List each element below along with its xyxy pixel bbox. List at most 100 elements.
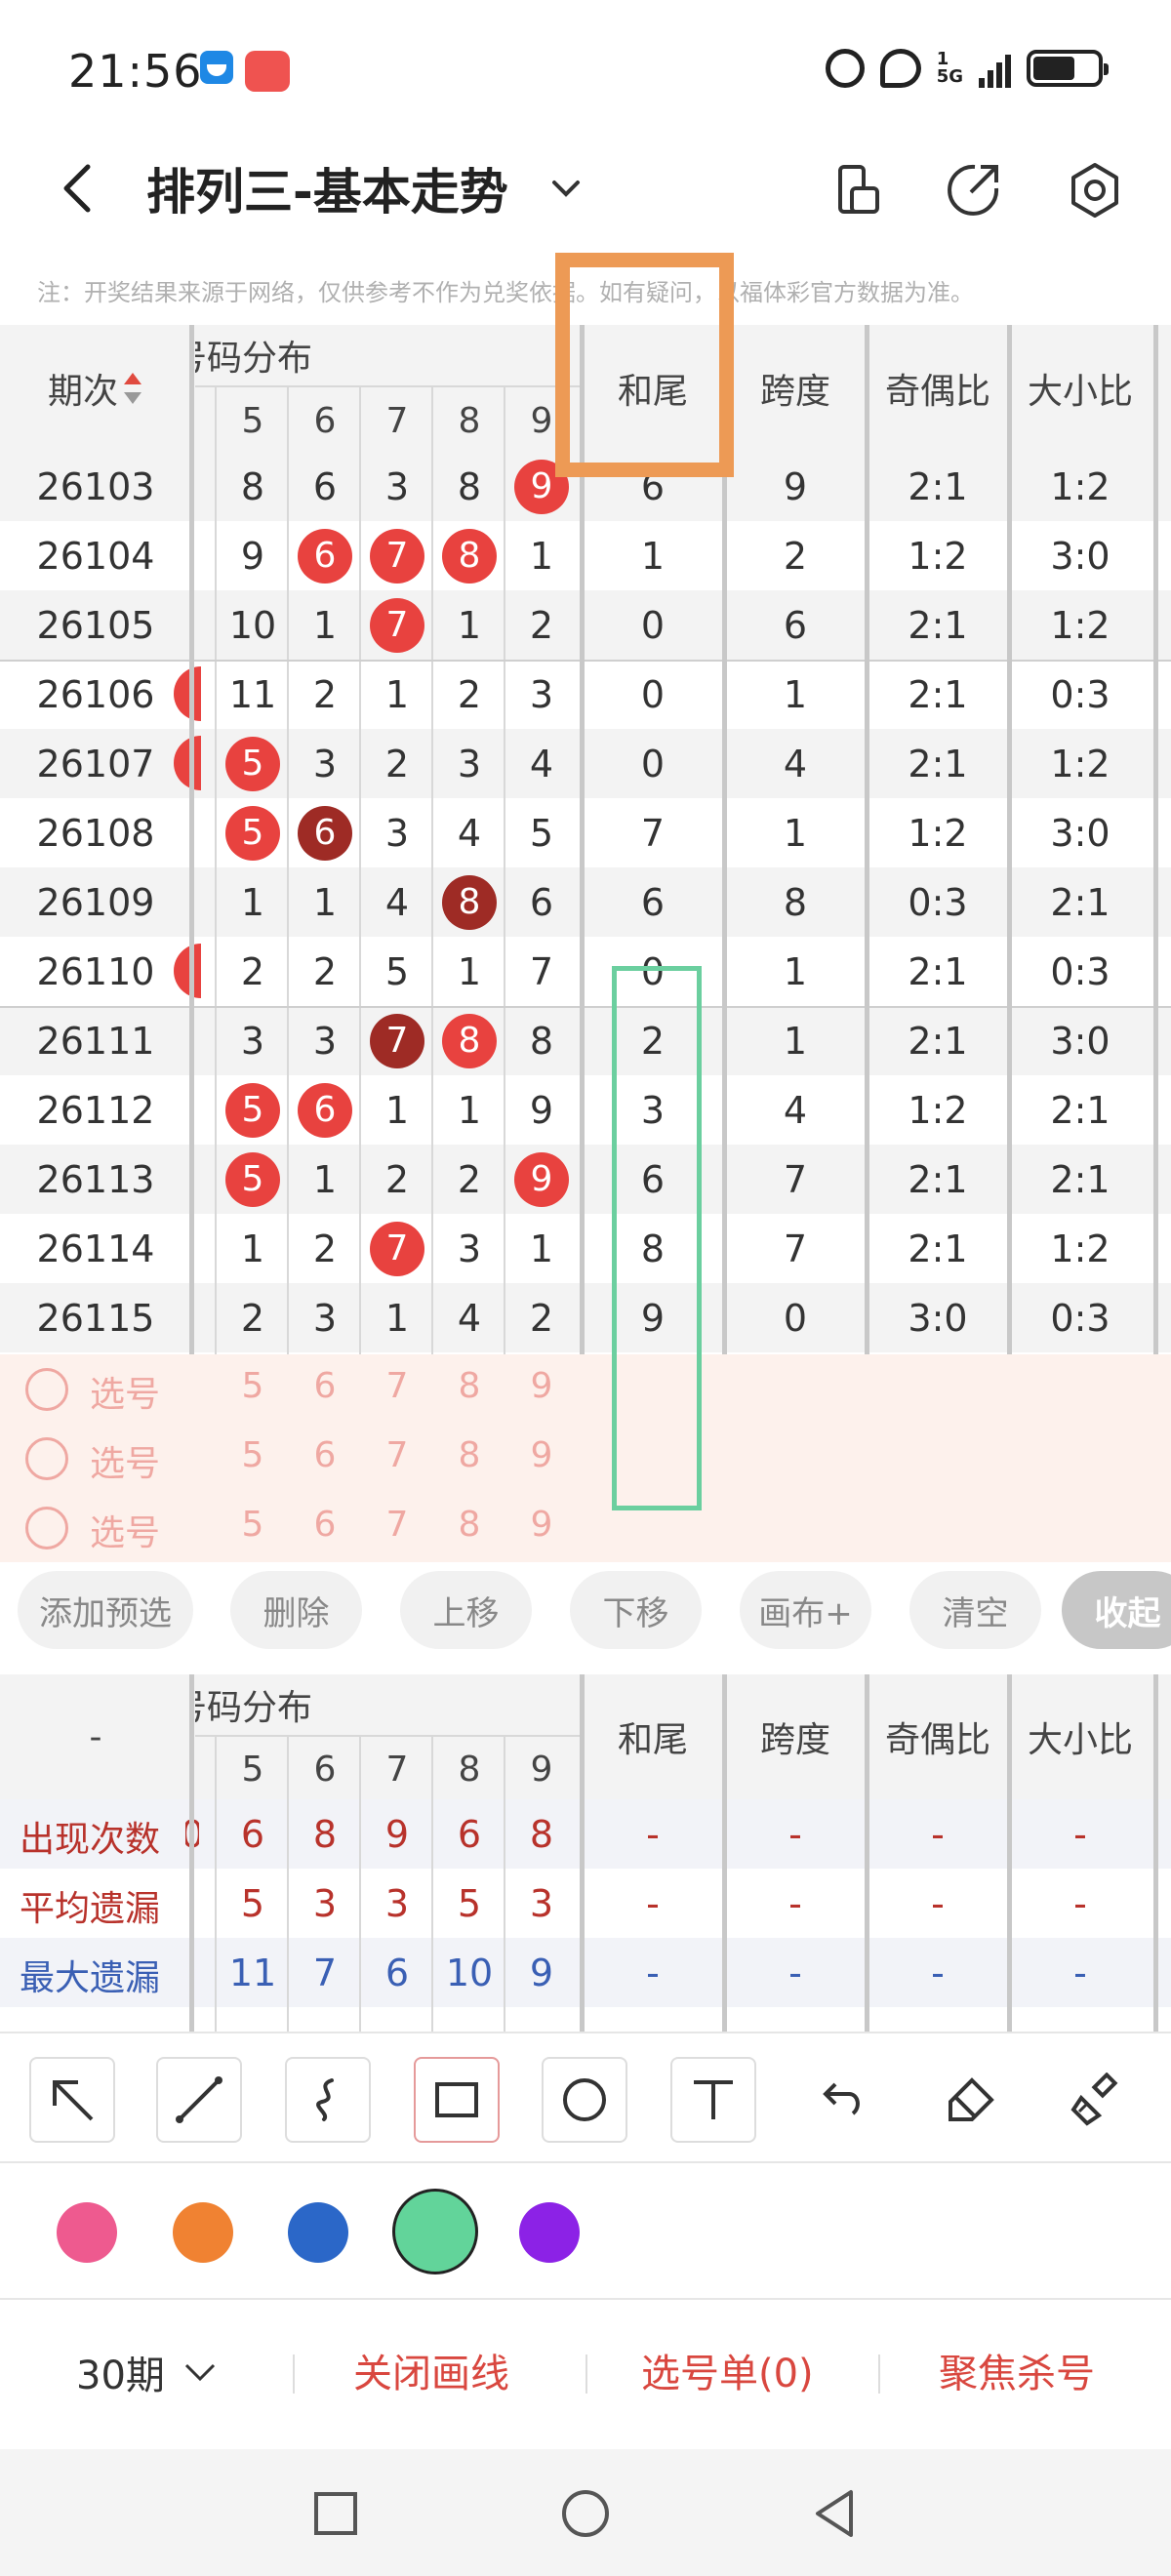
circle-tool-icon[interactable]	[542, 2057, 627, 2143]
sum-tail-cell: 0	[640, 672, 666, 716]
table-row: 26104 9 6 7 8 1 1 2 1:2 3:0	[0, 521, 1171, 590]
pick-number[interactable]: 9	[505, 1505, 578, 1545]
pick-number[interactable]: 7	[361, 1366, 433, 1406]
pick-row[interactable]: 选号 5 6 7 8 9	[0, 1354, 586, 1424]
digit-cell: 2	[217, 937, 289, 1006]
color-swatch-orange[interactable]	[173, 2202, 233, 2263]
pick-number[interactable]: 8	[433, 1366, 505, 1406]
pick-number[interactable]: 7	[361, 1505, 433, 1545]
pick-number[interactable]: 8	[433, 1505, 505, 1545]
digit-cell: 3	[289, 729, 361, 798]
number-picker: 选号 5 6 7 8 9 选号 5 6 7 8 9 选号 5 6 7 8 9	[0, 1354, 1171, 1562]
digit-cell: 1	[289, 867, 361, 937]
divider	[580, 1674, 585, 2032]
pick-radio[interactable]	[25, 1368, 68, 1411]
eraser-icon[interactable]	[927, 2057, 1013, 2143]
color-swatch-pink[interactable]	[57, 2202, 117, 2263]
table-row: 26114 1 2 7 3 1 8 7 2:1 1:2	[0, 1214, 1171, 1283]
home-icon[interactable]	[554, 2482, 617, 2545]
pick-radio[interactable]	[25, 1507, 68, 1550]
digit-miss: 3	[240, 1019, 265, 1063]
period-selector[interactable]: 30期	[76, 2344, 165, 2400]
pick-number[interactable]: 9	[505, 1366, 578, 1406]
recent-apps-icon[interactable]	[304, 2482, 367, 2545]
digit-miss: 1	[312, 1157, 338, 1201]
digit-ball: 9	[514, 1151, 569, 1207]
share-icon[interactable]	[942, 159, 1004, 221]
pick-number[interactable]: 6	[289, 1435, 361, 1475]
digit-cell: 10	[217, 590, 289, 660]
pick-number[interactable]: 5	[217, 1505, 289, 1545]
column-header-odd-even[interactable]: 奇偶比	[867, 325, 1009, 452]
digit-cell: 1	[289, 590, 361, 660]
chevron-down-icon[interactable]	[181, 2352, 220, 2391]
pick-row[interactable]: 选号 5 6 7 8 9	[0, 1493, 586, 1562]
delete-button[interactable]: 删除	[230, 1571, 362, 1649]
color-swatch-green-selected[interactable]	[392, 2189, 478, 2274]
digit-miss: 9	[240, 534, 265, 578]
collapse-button[interactable]: 收起	[1062, 1571, 1171, 1649]
digit-miss: 3	[457, 1227, 482, 1270]
move-up-button[interactable]: 上移	[400, 1571, 532, 1649]
digit-cell: 3	[361, 798, 433, 867]
digit-cell: 7	[361, 521, 433, 590]
period-cell: 26108	[36, 811, 155, 855]
chevron-down-icon[interactable]	[546, 169, 586, 208]
pick-number[interactable]: 9	[505, 1435, 578, 1475]
pick-row[interactable]: 选号 5 6 7 8 9	[0, 1424, 586, 1493]
pick-label: 选号	[90, 1513, 161, 1553]
stats-digit-cell: 6	[240, 1812, 265, 1856]
clear-button[interactable]: 清空	[909, 1571, 1041, 1649]
settings-icon[interactable]	[1064, 159, 1126, 221]
pick-number[interactable]: 6	[289, 1505, 361, 1545]
page-title[interactable]: 排列三-基本走势	[146, 153, 508, 223]
add-preselect-button[interactable]: 添加预选	[18, 1571, 193, 1649]
digit-cell: 3	[217, 1006, 289, 1075]
divider	[0, 1006, 1171, 1008]
pick-number[interactable]: 5	[217, 1435, 289, 1475]
pick-list-button[interactable]: 选号单(0)	[641, 2342, 814, 2398]
pick-radio[interactable]	[25, 1437, 68, 1480]
stats-digit-cell: 3	[312, 1881, 338, 1925]
digit-header: 8	[458, 1749, 481, 1790]
digit-miss: 1	[312, 880, 338, 924]
digit-cell: 3	[433, 729, 505, 798]
close-lines-button[interactable]: 关闭画线	[353, 2342, 509, 2398]
focus-kill-button[interactable]: 聚焦杀号	[939, 2342, 1095, 2398]
digit-cell: 3	[505, 660, 578, 729]
back-icon[interactable]	[806, 2482, 868, 2545]
move-down-button[interactable]: 下移	[570, 1571, 702, 1649]
pick-number[interactable]: 7	[361, 1435, 433, 1475]
pick-number[interactable]: 5	[217, 1366, 289, 1406]
color-swatch-purple[interactable]	[519, 2202, 580, 2263]
stats-value-cell	[724, 2007, 867, 2032]
text-tool-icon[interactable]	[670, 2057, 756, 2143]
digit-ball: 6	[298, 1082, 352, 1138]
rectangle-tool-icon[interactable]	[414, 2057, 500, 2143]
freehand-tool-icon[interactable]	[285, 2057, 371, 2143]
undo-icon[interactable]	[798, 2057, 884, 2143]
divider	[722, 1674, 727, 2032]
digit-miss: 5	[384, 949, 410, 993]
stats-digit-cell: 8	[312, 1812, 338, 1856]
column-header-span[interactable]: 跨度	[724, 325, 867, 452]
arrow-tool-icon[interactable]	[29, 2057, 115, 2143]
line-tool-icon[interactable]	[156, 2057, 242, 2143]
add-canvas-button[interactable]: 画布+	[740, 1571, 871, 1649]
digit-cell: 8	[433, 452, 505, 521]
clear-brush-icon[interactable]	[1054, 2057, 1140, 2143]
digit-miss: 10	[228, 603, 277, 647]
period-header[interactable]: 期次	[0, 325, 191, 452]
digit-ball: 5	[225, 1151, 280, 1207]
pick-number[interactable]: 8	[433, 1435, 505, 1475]
back-arrow-icon[interactable]	[51, 159, 109, 218]
table-row: 26112 5 6 1 1 9 3 4 1:2 2:1	[0, 1075, 1171, 1145]
color-swatch-blue[interactable]	[288, 2202, 348, 2263]
pick-number[interactable]: 6	[289, 1366, 361, 1406]
rotate-screen-icon[interactable]	[825, 159, 887, 221]
column-header-big-small[interactable]: 大小比	[1009, 325, 1151, 452]
divider	[215, 1735, 217, 2032]
digit-cell: 6	[289, 798, 361, 867]
stats-distribution-header: 号码分布	[195, 1688, 313, 1728]
digit-miss: 8	[457, 464, 482, 508]
